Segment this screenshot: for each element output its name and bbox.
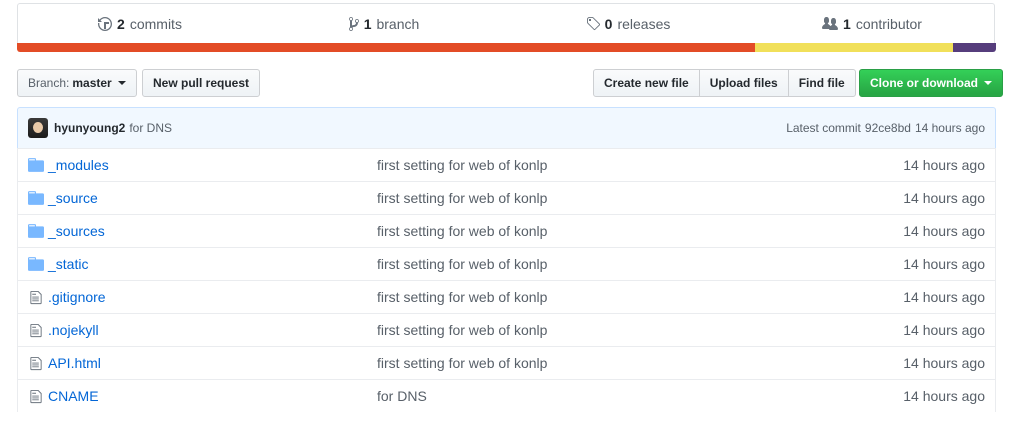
branch-select-button[interactable]: Branch: master xyxy=(17,69,137,97)
branches-link[interactable]: 1 branch xyxy=(262,4,506,43)
create-new-file-button[interactable]: Create new file xyxy=(593,69,700,97)
people-icon xyxy=(822,16,839,30)
releases-label: releases xyxy=(617,15,671,32)
branches-count: 1 xyxy=(363,15,372,32)
file-row: API.html first setting for web of konlp 14… xyxy=(18,346,995,379)
upload-files-button[interactable]: Upload files xyxy=(698,69,789,97)
file-commit-message[interactable]: first setting for web of konlp xyxy=(377,256,547,272)
file-name-link[interactable]: .nojekyll xyxy=(48,322,99,338)
file-name-link[interactable]: .gitignore xyxy=(48,289,106,305)
folder-icon xyxy=(28,191,44,205)
file-row: _modules first setting for web of konlp 14… xyxy=(18,148,995,181)
releases-link[interactable]: 0 releases xyxy=(506,4,750,43)
file-age: 14 hours ago xyxy=(903,289,985,305)
language-bar[interactable] xyxy=(17,43,996,52)
commits-link[interactable]: 2 commits xyxy=(18,4,262,43)
file-age: 14 hours ago xyxy=(903,223,985,239)
file-name-link[interactable]: _static xyxy=(48,256,88,272)
folder-icon xyxy=(28,224,44,238)
commit-message[interactable]: for DNS xyxy=(129,121,172,135)
folder-icon xyxy=(28,158,44,172)
file-name-link[interactable]: _modules xyxy=(48,157,109,173)
clone-or-download-button[interactable]: Clone or download xyxy=(859,69,1003,97)
file-actions-group: Create new file Upload files Find file xyxy=(593,69,856,97)
file-commit-message[interactable]: first setting for web of konlp xyxy=(377,289,547,305)
branch-prefix: Branch: xyxy=(28,76,70,90)
folder-icon xyxy=(28,257,44,271)
repo-summary-bar: 2 commits 1 branch 0 releases 1 contribu… xyxy=(17,3,995,43)
history-icon xyxy=(98,16,113,31)
file-commit-message[interactable]: first setting for web of konlp xyxy=(377,190,547,206)
file-age: 14 hours ago xyxy=(903,388,985,404)
commits-count: 2 xyxy=(117,15,125,32)
commit-sha[interactable]: 92ce8bd xyxy=(865,121,911,135)
branch-name: master xyxy=(72,76,112,90)
branch-icon xyxy=(348,16,359,31)
file-row: _source first setting for web of konlp 14 … xyxy=(18,181,995,214)
file-name-link[interactable]: _sources xyxy=(48,223,105,239)
file-name-link[interactable]: _source xyxy=(48,190,98,206)
latest-commit-bar: hyunyoung2 for DNS Latest commit 92ce8bd… xyxy=(17,107,996,149)
file-commit-message[interactable]: for DNS xyxy=(377,388,427,404)
chevron-down-icon xyxy=(984,81,992,85)
latest-commit-label: Latest commit xyxy=(786,121,861,135)
language-segment xyxy=(952,43,996,52)
tag-icon xyxy=(586,16,600,30)
new-pull-request-button[interactable]: New pull request xyxy=(142,69,261,97)
language-segment xyxy=(755,43,953,52)
file-commit-message[interactable]: first setting for web of konlp xyxy=(377,322,547,338)
file-row: .gitignore first setting for web of konlp… xyxy=(18,280,995,313)
contributors-label: contributor xyxy=(855,15,922,32)
file-icon xyxy=(30,323,46,338)
file-age: 14 hours ago xyxy=(903,256,985,272)
commits-label: commits xyxy=(129,15,182,32)
file-commit-message[interactable]: first setting for web of konlp xyxy=(377,223,547,239)
file-commit-message[interactable]: first setting for web of konlp xyxy=(377,355,547,371)
releases-count: 0 xyxy=(604,15,613,32)
branches-label: branch xyxy=(376,15,420,32)
file-row: CNAME for DNS 14 hours ago xyxy=(18,379,995,412)
repo-file-browser: 2 commits 1 branch 0 releases 1 contribu… xyxy=(0,0,1019,421)
file-row: _sources first setting for web of konlp 14… xyxy=(18,214,995,247)
file-age: 14 hours ago xyxy=(903,190,985,206)
file-list: _modules first setting for web of konlp 14… xyxy=(17,148,996,412)
commit-age: 14 hours ago xyxy=(914,121,985,135)
file-icon xyxy=(30,389,46,404)
language-segment xyxy=(17,43,756,52)
file-icon xyxy=(30,356,46,371)
file-age: 14 hours ago xyxy=(903,322,985,338)
commit-author[interactable]: hyunyoung2 xyxy=(54,121,125,135)
avatar[interactable] xyxy=(28,118,48,138)
file-commit-message[interactable]: first setting for web of konlp xyxy=(377,157,547,173)
file-icon xyxy=(30,290,46,305)
file-age: 14 hours ago xyxy=(903,355,985,371)
file-name-link[interactable]: CNAME xyxy=(48,388,99,404)
clone-or-download-label: Clone or download xyxy=(870,76,978,90)
contributors-count: 1 xyxy=(843,15,851,32)
chevron-down-icon xyxy=(117,81,126,85)
latest-commit-info: Latest commit 92ce8bd 14 hours ago xyxy=(786,121,985,135)
contributors-link[interactable]: 1 contributor xyxy=(750,4,994,43)
file-row: .nojekyll first setting for web of konlp 1… xyxy=(18,313,995,346)
file-age: 14 hours ago xyxy=(903,157,985,173)
file-row: _static first setting for web of konlp 14 … xyxy=(18,247,995,280)
find-file-button[interactable]: Find file xyxy=(787,69,856,97)
file-name-link[interactable]: API.html xyxy=(48,355,101,371)
